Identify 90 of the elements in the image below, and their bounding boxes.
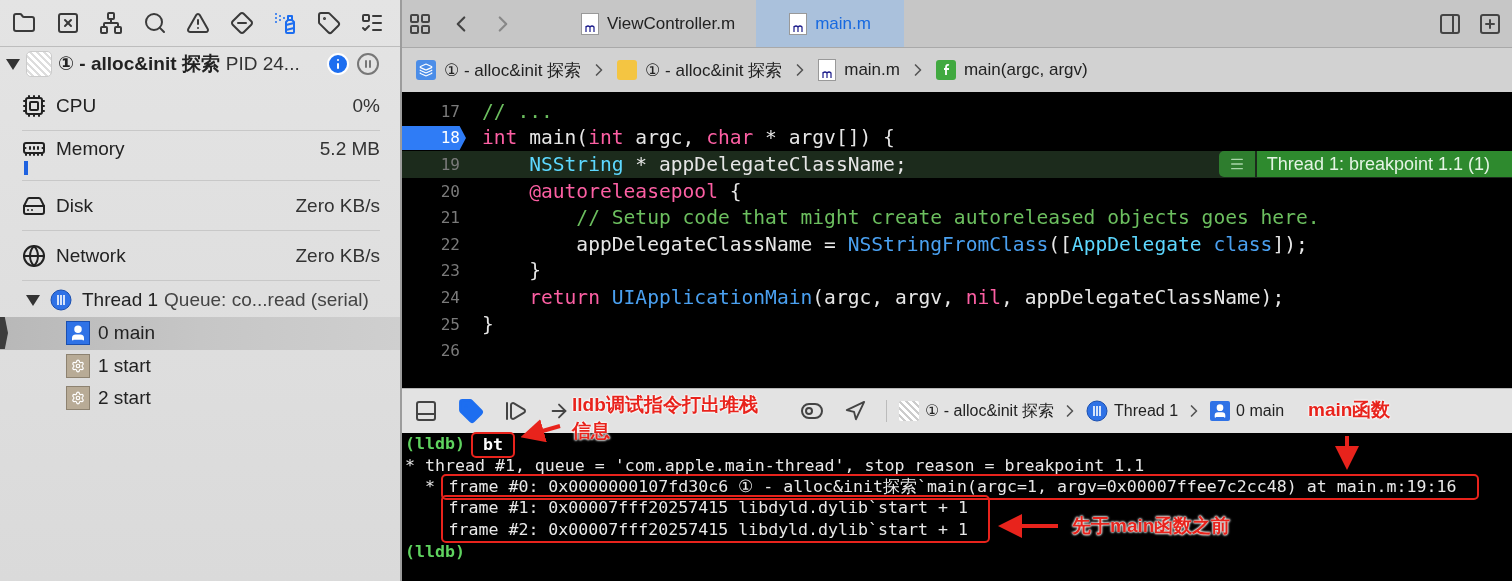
process-pid: PID 24... <box>225 53 300 75</box>
code-line: } <box>482 312 494 336</box>
pause-icon[interactable] <box>355 52 380 76</box>
location-button[interactable] <box>844 400 866 422</box>
code-line: int main(int argc, char * argv[]) { <box>482 126 895 150</box>
person-icon <box>66 321 90 346</box>
symbol-navigator-button[interactable] <box>97 9 125 37</box>
line-number: 20 <box>439 180 461 203</box>
file-icon <box>818 59 837 81</box>
code-line: } <box>528 259 541 283</box>
editor-tab[interactable]: ViewController.m <box>560 0 756 47</box>
gauge-name: Disk <box>56 195 94 217</box>
debug-path-item[interactable]: ① - alloc&init 探索 <box>925 400 1055 422</box>
gauge-name: Network <box>56 245 127 267</box>
continue-button[interactable] <box>504 399 528 423</box>
gauge-row[interactable]: CPU 0% <box>22 81 380 131</box>
app-icon <box>416 60 436 80</box>
cpu-icon <box>22 94 46 118</box>
stack-frame-row[interactable]: 1 start <box>0 349 400 382</box>
breadcrumb-item[interactable]: ① - alloc&init 探索 <box>617 58 783 82</box>
console-output: * thread #1, queue = 'com.apple.main-thread', stop reason = breakpoint 1.1 <box>405 454 1145 477</box>
thread-queue: Queue: co...read (serial) <box>164 289 369 311</box>
code-line: // Setup code that might create autoreleased objects goes here. <box>575 206 1320 230</box>
line-number: 23 <box>439 260 461 283</box>
function-icon <box>935 60 956 80</box>
gear-icon <box>66 386 90 411</box>
thread-icon <box>1086 400 1109 422</box>
breakpoint-marker: 18 <box>402 125 466 150</box>
console-output: frame #1: 0x00007fff20257415 libdyld.dylib`start + 1 <box>448 497 968 519</box>
frame-label: 0 main <box>98 322 156 345</box>
arrow <box>1335 436 1359 470</box>
add-editor-icon[interactable] <box>1478 11 1502 36</box>
stack-frame-row[interactable]: 2 start <box>0 382 400 415</box>
gauge-name: CPU <box>56 95 98 117</box>
code-line: // ... <box>482 99 553 123</box>
gauge-row[interactable]: Network Zero KB/s <box>22 231 380 281</box>
annotation-label: 先于main函数之前 <box>1072 514 1231 538</box>
breadcrumb-item[interactable]: main.m <box>818 59 900 81</box>
process-title: ① - alloc&init 探索 <box>58 52 220 76</box>
current-frame-marker: * <box>423 476 436 498</box>
network-icon <box>22 244 46 268</box>
line-number: 19 <box>439 154 461 176</box>
breadcrumb-item[interactable]: ① - alloc&init 探索 <box>416 58 582 82</box>
gauge-row[interactable]: Disk Zero KB/s <box>22 181 380 231</box>
arrow <box>998 514 1058 538</box>
gauge-value: 0% <box>352 95 380 117</box>
console-output: frame #0: 0x0000000107fd30c6 ① - alloc&init探索`main(argc=1, argv=0x00007ffee7c2cc48) at main.m:19:16 <box>448 475 1457 498</box>
hide-console-button[interactable] <box>414 399 438 423</box>
thread-name[interactable]: Thread 1 <box>82 289 159 311</box>
line-number: 25 <box>439 313 461 336</box>
console-command: bt <box>482 434 503 456</box>
code-line: appDelegateClassName = NSStringFromClass([AppDelegate class]); <box>575 232 1308 256</box>
gauge-row[interactable]: Memory 5.2 MB <box>22 131 380 181</box>
line-number: 17 <box>439 100 461 123</box>
frame-label: 1 start <box>98 354 151 377</box>
app-icon <box>26 51 52 77</box>
grid-icon[interactable] <box>408 11 432 36</box>
console-output: frame #2: 0x00007fff20257415 libdyld.dylib`start + 1 <box>448 518 968 541</box>
breakpoints-toggle[interactable] <box>458 398 484 424</box>
app-icon <box>899 401 919 421</box>
line-number: 24 <box>439 286 461 309</box>
gear-icon <box>66 353 90 378</box>
inspector-icon[interactable] <box>1438 11 1462 36</box>
folder-icon <box>617 60 638 80</box>
code-line: NSString * appDelegateClassName; <box>528 153 907 176</box>
line-number: 21 <box>439 207 461 230</box>
frame-label: 2 start <box>98 387 151 410</box>
lldb-prompt: (lldb) <box>405 433 465 455</box>
gauge-value: Zero KB/s <box>295 245 380 267</box>
arrow <box>520 419 561 443</box>
breadcrumb-item[interactable]: main(argc, argv) <box>935 60 1088 80</box>
debug-path-item[interactable]: Thread 1 <box>1114 402 1179 420</box>
selection-marker <box>0 317 8 349</box>
line-number: 26 <box>439 340 461 363</box>
thread-icon <box>50 289 72 311</box>
stack-frame-row[interactable]: 0 main <box>0 317 400 350</box>
info-icon[interactable] <box>325 52 350 76</box>
annotation-label: main函数 <box>1308 398 1391 422</box>
disclosure-triangle[interactable] <box>26 294 40 306</box>
lldb-prompt: (lldb) <box>405 540 465 563</box>
debug-path-item[interactable]: 0 main <box>1236 402 1285 420</box>
code-line: @autoreleasepool { <box>528 179 742 203</box>
gauge-value: Zero KB/s <box>295 195 380 217</box>
code-line: return UIApplicationMain(argc, argv, nil, appDelegateClassName); <box>528 285 1285 309</box>
line-number: 22 <box>439 233 461 256</box>
file-icon <box>789 12 808 35</box>
gauge-name: Memory <box>56 138 126 160</box>
file-icon <box>580 12 599 35</box>
person-icon <box>1210 401 1231 421</box>
gauge-value: 5.2 MB <box>319 138 380 160</box>
